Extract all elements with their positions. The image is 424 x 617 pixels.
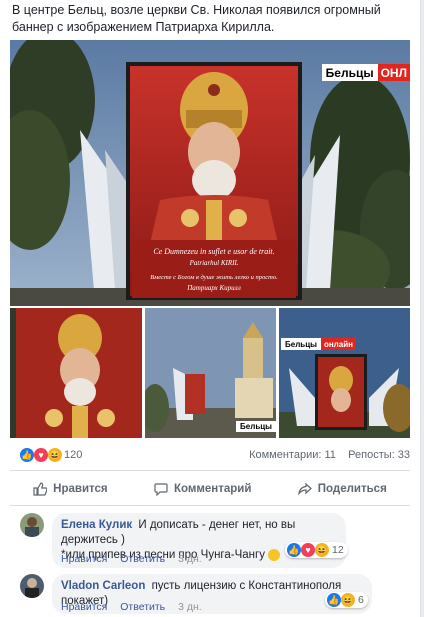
- avatar[interactable]: [20, 574, 44, 598]
- comment-reply-link[interactable]: Ответить: [120, 601, 165, 613]
- shares-count[interactable]: Репосты: 33: [348, 449, 410, 461]
- divider-top: [10, 470, 410, 471]
- love-reaction-icon: ♥: [301, 543, 315, 557]
- comment-author[interactable]: Елена Кулик: [61, 519, 132, 531]
- thumbs-up-icon: [33, 482, 48, 496]
- watermark-red-text: ОНЛ: [377, 64, 410, 81]
- comments-count[interactable]: Комментарии: 11: [249, 449, 336, 461]
- divider-bottom: [10, 505, 410, 506]
- comment-reactions[interactable]: 👍 😆 6: [325, 592, 368, 608]
- main-photo[interactable]: Ce Dumnezeu in suflet e usor de trait. P…: [10, 40, 410, 306]
- comment-reactions-count: 6: [358, 594, 364, 606]
- reaction-icons[interactable]: 👍 ♥ 😆: [20, 448, 62, 462]
- avatar-image-1: [20, 513, 44, 537]
- like-reaction-icon: 👍: [20, 448, 34, 462]
- like-button-label: Нравится: [53, 483, 108, 495]
- thumbnail-2[interactable]: Бельцы: [145, 308, 276, 438]
- banner-line3: Вместе с Богом в душе жить легко и прост…: [150, 274, 278, 281]
- comment-button-label: Комментарий: [173, 483, 252, 495]
- facebook-post: В центре Бельц, возле церкви Св. Николая…: [0, 0, 421, 617]
- reactions-count[interactable]: 120: [64, 449, 82, 461]
- watermark-text: Бельцы: [325, 65, 374, 80]
- thumbnail-2-image: [145, 308, 276, 438]
- banner-line1: Ce Dumnezeu in suflet e usor de trait.: [153, 247, 274, 256]
- comment-author[interactable]: Vladon Carleon: [61, 580, 145, 592]
- watermark-main: Бельцы ОНЛ: [321, 64, 410, 81]
- comment-like-link[interactable]: Нравится: [61, 601, 107, 613]
- post-caption: В центре Бельц, возле церкви Св. Николая…: [12, 3, 381, 34]
- comment-time[interactable]: 3 дн.: [178, 553, 202, 565]
- share-icon: [297, 482, 312, 496]
- love-reaction-icon: ♥: [34, 448, 48, 462]
- haha-reaction-icon: 😆: [48, 448, 62, 462]
- like-button[interactable]: Нравится: [33, 478, 108, 500]
- comment-time[interactable]: 3 дн.: [178, 601, 202, 613]
- comment-1: Елена Кулик И дописать - денег нет, но в…: [20, 513, 410, 568]
- comment-reactions-count: 12: [332, 544, 344, 556]
- comment-button[interactable]: Комментарий: [154, 478, 251, 500]
- watermark-thumb-1-text: Бельцы: [240, 422, 272, 431]
- post-actions: Нравится Комментарий Поделиться: [10, 478, 410, 500]
- share-button-label: Поделиться: [317, 483, 387, 495]
- stats-right: Комментарии: 11 Репосты: 33: [249, 449, 410, 461]
- thumbnail-1[interactable]: [10, 308, 142, 438]
- comment-like-link[interactable]: Нравится: [61, 553, 107, 565]
- watermark-thumb-2-text: Бельцы: [285, 339, 317, 349]
- share-button[interactable]: Поделиться: [297, 478, 387, 500]
- comment-reactions[interactable]: 👍 ♥ 😆 12: [285, 542, 348, 558]
- watermark-thumb-1: Бельцы: [236, 421, 276, 432]
- comment-meta: Нравится Ответить 3 дн.: [61, 553, 212, 565]
- watermark-thumb-2-red: онлайн: [320, 338, 356, 350]
- post-stats: 👍 ♥ 😆 120 Комментарии: 11 Репосты: 33: [10, 446, 410, 464]
- banner-line2: Patriarhul KIRIL: [189, 259, 239, 267]
- banner-line4: Патриарх Кирилл: [186, 284, 241, 292]
- smile-emoji-icon: [268, 548, 281, 561]
- haha-reaction-icon: 😆: [341, 593, 355, 607]
- like-reaction-icon: 👍: [327, 593, 341, 607]
- comment-2: Vladon Carleon пусть лицензию с Констант…: [20, 574, 410, 614]
- avatar-image-2: [20, 574, 44, 598]
- comment-meta: Нравится Ответить 3 дн.: [61, 601, 212, 613]
- comment-reply-link[interactable]: Ответить: [120, 553, 165, 565]
- thumbnail-3[interactable]: Бельцы онлайн: [279, 308, 410, 438]
- avatar[interactable]: [20, 513, 44, 537]
- comment-icon: [154, 483, 168, 496]
- like-reaction-icon: 👍: [287, 543, 301, 557]
- watermark-thumb-2: Бельцы онлайн: [281, 338, 356, 350]
- haha-reaction-icon: 😆: [315, 543, 329, 557]
- thumbnail-1-image: [10, 308, 142, 438]
- thumbnail-3-image: [279, 308, 410, 438]
